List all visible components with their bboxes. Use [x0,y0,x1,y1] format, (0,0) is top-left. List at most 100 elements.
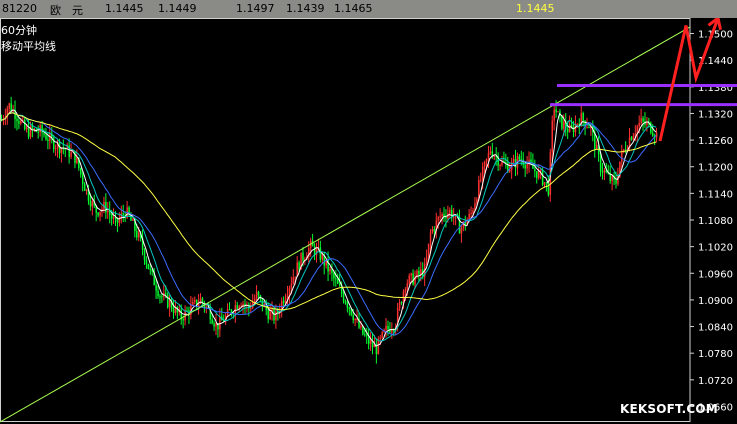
candle-body [563,121,565,129]
candle-body [257,291,260,296]
moving-average-line [0,109,657,347]
candle-body [557,111,559,113]
candle-body [524,165,526,169]
candle-body [267,309,269,320]
candle-body [348,307,351,309]
prev-price: 1.1449 [158,2,197,15]
y-tick-label: 1.1140 [698,189,733,200]
candle-body [404,289,407,292]
candle-body [543,182,546,185]
y-tick-label: 1.1080 [698,216,733,227]
candle-body [408,275,411,284]
candle-body [136,231,138,238]
candle-body [296,262,298,277]
candle-body [294,276,297,278]
candle-body [41,125,43,133]
candle-body [236,305,239,309]
candle-body [192,301,194,306]
candle-body [539,169,542,171]
candle-body [470,212,472,214]
candle-body [290,283,293,288]
candle-body [337,279,339,284]
candle-body [352,314,354,321]
candle-body [522,159,525,166]
candle-body [137,232,140,238]
candle-body [425,258,428,264]
candle-body [460,228,463,234]
candle-body [91,200,94,207]
candle-body [493,155,496,157]
candle-body [165,293,167,295]
candle-body [97,212,99,216]
candle-body [632,135,635,140]
close-price: 1.1465 [334,2,373,15]
candle-body [8,103,11,109]
candle-body [611,176,613,182]
y-tick-label: 1.1500 [698,30,733,41]
candle-body [25,127,28,130]
candle-body [70,151,72,157]
candle-body [429,232,432,244]
candle-body [433,228,436,232]
candle-body [555,109,557,113]
candle-body [321,254,324,260]
candle-body [211,319,213,324]
candle-body [344,301,347,304]
candle-body [499,165,501,167]
candle-body [400,302,403,304]
candle-body [412,273,414,285]
candle-body [391,330,393,333]
candle-body [234,305,237,314]
candle-body [60,147,63,153]
candle-body [354,318,356,321]
y-tick-label: 1.1260 [698,136,733,147]
candle-body [37,131,40,133]
candle-body [284,298,287,303]
candle-body [253,298,256,303]
candle-body [431,228,434,233]
candle-body [80,168,82,175]
y-tick-label: 1.1020 [698,243,733,254]
moving-average-line [0,112,657,342]
candle-body [601,171,604,173]
candle-body [586,127,588,129]
candle-body [342,293,345,302]
candle-body [335,278,337,280]
candle-body [545,182,548,184]
y-tick-label: 1.0720 [698,376,733,387]
timeframe-label: 60分钟 [1,24,37,37]
moving-average-line [0,112,657,336]
candle-body [437,217,440,221]
candle-body [364,334,366,336]
candle-body [599,154,602,172]
candle-body [99,211,101,216]
candle-body [292,277,295,284]
candle-body [439,216,441,218]
candle-body [568,124,571,132]
candle-body [83,183,86,191]
last-price: 1.1445 [516,2,555,15]
candle-body [168,300,171,308]
candle-body [406,283,409,290]
candle-body [228,309,231,311]
candle-body [393,330,395,332]
symbol-code: 81220 [2,2,37,15]
candle-body [132,219,134,221]
candle-body [642,118,644,122]
candle-body [595,144,598,149]
candle-body [269,311,271,320]
candle-body [166,294,169,308]
candle-body [485,159,488,162]
candle-body [360,326,362,328]
candle-body [445,216,447,219]
candle-body [149,268,152,270]
open-price: 1.1445 [105,2,144,15]
candle-body [623,149,625,151]
candle-body [489,151,492,153]
y-tick-label: 1.1200 [698,163,733,174]
candle-body [381,331,383,338]
candle-body [172,308,175,313]
high-price: 1.1497 [236,2,275,15]
candle-body [582,113,584,121]
candle-body [566,128,569,132]
